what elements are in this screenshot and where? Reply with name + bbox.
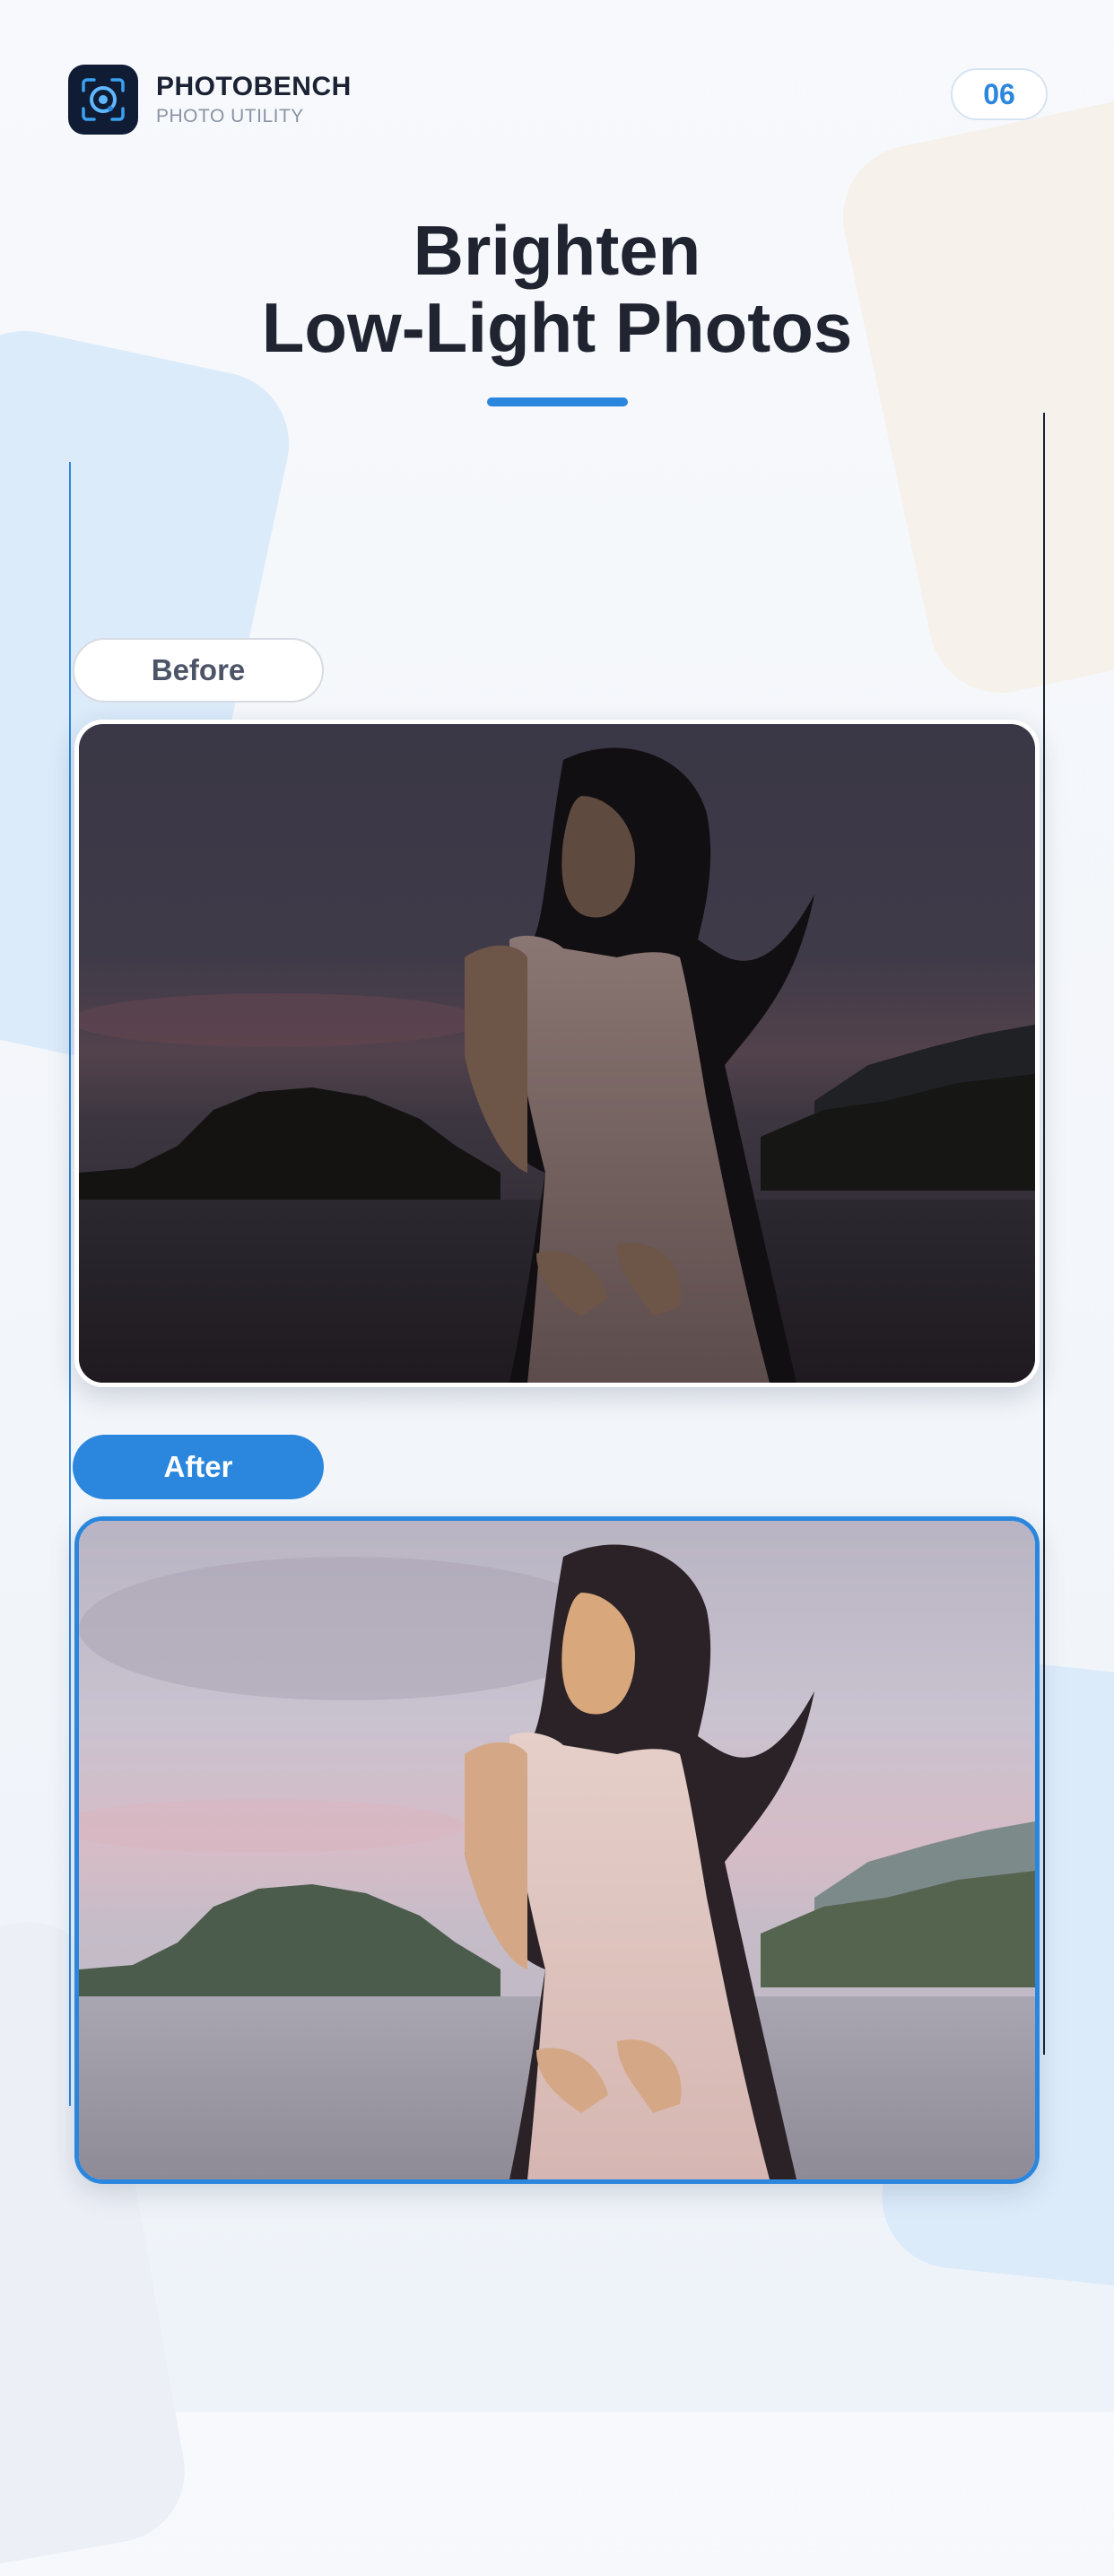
brand-header: PHOTOBENCH PHOTO UTILITY [68,65,352,135]
background-shape [830,83,1114,706]
before-photo [74,720,1040,1387]
brand-subtitle: PHOTO UTILITY [156,106,304,127]
after-photo [74,1516,1040,2184]
photobench-logo-icon [68,65,138,135]
page-title: Brighten Low-Light Photos [0,212,1114,366]
page-number-badge: 06 [951,68,1048,120]
title-line-2: Low-Light Photos [261,288,853,367]
after-label: After [73,1435,324,1499]
right-accent-rule [1043,413,1045,2055]
left-accent-rule [69,462,71,2106]
title-underline [487,397,628,406]
title-line-1: Brighten [413,211,701,290]
before-label: Before [73,638,324,703]
brand-name: PHOTOBENCH [156,72,352,101]
